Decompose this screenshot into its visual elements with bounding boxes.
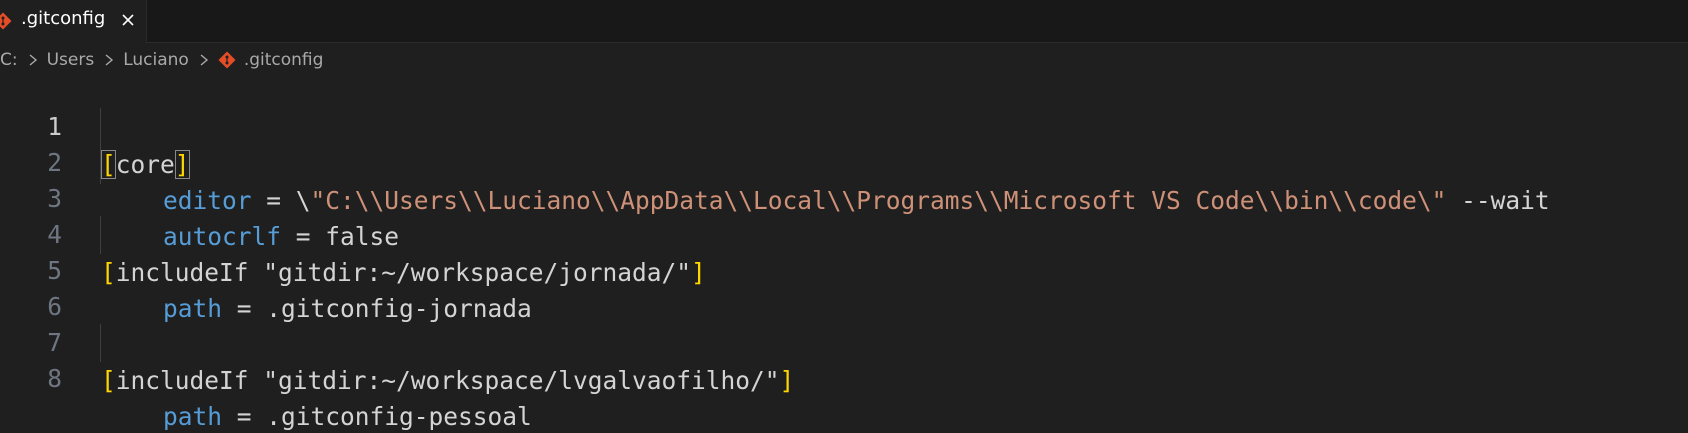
code-line[interactable]: 2 editor = \"C:\\Users\\Luciano\\AppData… (0, 106, 1688, 215)
breadcrumb-item-users[interactable]: Users (47, 50, 95, 70)
chevron-right-icon (195, 51, 213, 69)
git-file-icon (218, 51, 236, 69)
operator: = (222, 402, 267, 431)
git-file-icon (0, 12, 12, 30)
bracket-close: ] (779, 366, 795, 395)
line-number: 8 (47, 364, 62, 393)
code-line[interactable]: 6 (0, 250, 1688, 321)
code-line[interactable]: 8 path = .gitconfig-pessoal (0, 322, 1688, 431)
chevron-right-icon (24, 51, 42, 69)
close-icon[interactable] (116, 8, 140, 32)
code-line[interactable]: 4 [includeIf "gitdir:~/workspace/jornada… (0, 178, 1688, 287)
breadcrumb-item-drive[interactable]: C: (0, 50, 18, 70)
code-line[interactable]: 3 autocrlf = false (0, 142, 1688, 251)
tab-label: .gitconfig (21, 8, 106, 29)
editor-window: .gitconfig C: Users Luciano .gitconfig 1… (0, 0, 1688, 433)
section-name: includeIf "gitdir:~/workspace/lvgalvaofi… (115, 366, 780, 395)
config-key: path (163, 402, 223, 431)
tab-bar: .gitconfig (0, 0, 1688, 43)
bracket-open: [ (101, 366, 116, 395)
code-editor[interactable]: 1 [core] 2 editor = \"C:\\Users\\Luciano… (0, 74, 1688, 433)
breadcrumb-item-luciano[interactable]: Luciano (123, 50, 189, 70)
chevron-right-icon (100, 51, 118, 69)
code-line[interactable]: 7 [includeIf "gitdir:~/workspace/lvgalva… (0, 286, 1688, 395)
tab-gitconfig[interactable]: .gitconfig (0, 0, 147, 43)
config-value: .gitconfig-pessoal (266, 402, 532, 431)
code-line[interactable]: 1 [core] (0, 70, 1688, 179)
breadcrumb-item-file[interactable]: .gitconfig (218, 50, 324, 70)
code-content: path = .gitconfig-pessoal (163, 398, 532, 433)
code-content: [includeIf "gitdir:~/workspace/lvgalvaof… (101, 362, 794, 400)
code-line[interactable]: 5 path = .gitconfig-jornada (0, 214, 1688, 323)
breadcrumb-file-label: .gitconfig (243, 50, 324, 70)
